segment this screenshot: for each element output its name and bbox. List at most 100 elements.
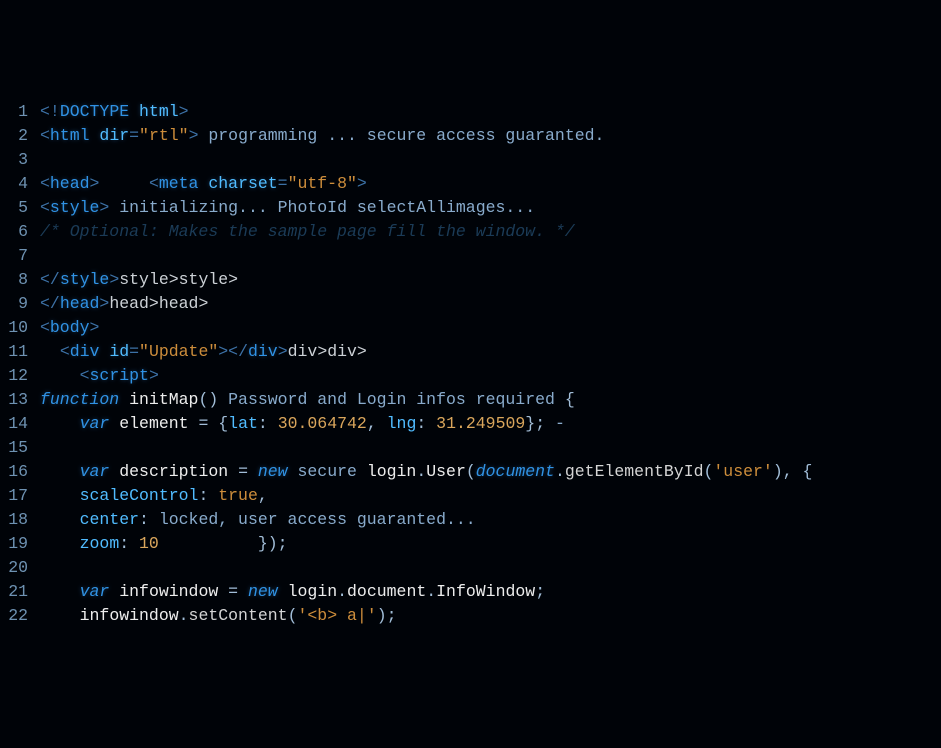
token-text [793, 462, 803, 481]
token-text [426, 414, 436, 433]
token-sym: . [426, 582, 436, 601]
code-line[interactable]: 10<body> [0, 316, 941, 340]
token-name: User [426, 462, 466, 481]
token-sym: : [119, 534, 129, 553]
code-content[interactable]: var infowindow = new login.document.Info… [40, 580, 545, 604]
token-str: "rtl" [139, 126, 189, 145]
code-line[interactable]: 11 <div id="Update"></div>div>div> [0, 340, 941, 364]
token-text: - [545, 414, 565, 433]
token-sym: : [198, 486, 208, 505]
code-line[interactable]: 19 zoom: 10 }); [0, 532, 941, 556]
token-kw: function [40, 390, 119, 409]
token-str: '<b> a|' [297, 606, 376, 625]
token-str: 'user' [713, 462, 772, 481]
code-content[interactable]: scaleControl: true, [40, 484, 268, 508]
token-punc: > [218, 342, 228, 361]
line-number: 19 [0, 532, 40, 556]
token-punc: < [60, 342, 70, 361]
code-line[interactable]: 20 [0, 556, 941, 580]
token-punc: > [278, 342, 288, 361]
token-attr: dir [99, 126, 129, 145]
code-content[interactable]: <style> initializing... PhotoId selectAl… [40, 196, 535, 220]
code-content[interactable]: var element = {lat: 30.064742, lng: 31.2… [40, 412, 565, 436]
token-call: getElementById [565, 462, 704, 481]
code-content[interactable]: <!DOCTYPE html> [40, 100, 189, 124]
token-tag: script [90, 366, 149, 385]
token-punc: > [179, 102, 189, 121]
code-content[interactable]: <div id="Update"></div>div>div> [40, 340, 367, 364]
code-line[interactable]: 14 var element = {lat: 30.064742, lng: 3… [0, 412, 941, 436]
code-content[interactable]: infowindow.setContent('<b> a|'); [40, 604, 397, 628]
token-text [208, 414, 218, 433]
token-punc: < [80, 366, 90, 385]
token-kw: document [476, 462, 555, 481]
token-sym: ); [377, 606, 397, 625]
code-line[interactable]: 13function initMap() Password and Login … [0, 388, 941, 412]
token-text [248, 462, 258, 481]
code-content[interactable]: <body> [40, 316, 99, 340]
token-num: 10 [139, 534, 159, 553]
line-number: 7 [0, 244, 40, 268]
code-content[interactable]: var description = new secure login.User(… [40, 460, 812, 484]
token-text [40, 342, 60, 361]
token-sym: }); [258, 534, 288, 553]
code-content[interactable]: function initMap() Password and Login in… [40, 388, 575, 412]
code-line[interactable]: 6/* Optional: Makes the sample page fill… [0, 220, 941, 244]
token-sym: }; [525, 414, 545, 433]
token-text [40, 366, 80, 385]
line-number: 9 [0, 292, 40, 316]
code-line[interactable]: 8</style>style>style> [0, 268, 941, 292]
code-line[interactable]: 15 [0, 436, 941, 460]
code-content[interactable]: center: locked, user access guaranted... [40, 508, 476, 532]
token-trail: head>head> [109, 294, 208, 313]
token-sym: { [218, 414, 228, 433]
code-line[interactable]: 12 <script> [0, 364, 941, 388]
token-text [40, 510, 80, 529]
code-line[interactable]: 7 [0, 244, 941, 268]
code-content[interactable]: /* Optional: Makes the sample page fill … [40, 220, 575, 244]
code-line[interactable]: 5<style> initializing... PhotoId selectA… [0, 196, 941, 220]
code-line[interactable]: 17 scaleControl: true, [0, 484, 941, 508]
code-content[interactable]: <script> [40, 364, 159, 388]
token-name: infowindow [80, 606, 179, 625]
code-line[interactable]: 2<html dir="rtl"> programming ... secure… [0, 124, 941, 148]
token-punc: < [40, 174, 50, 193]
token-prop: scaleControl [80, 486, 199, 505]
token-punc: < [40, 126, 50, 145]
code-line[interactable]: 1<!DOCTYPE html> [0, 100, 941, 124]
token-prop: center [80, 510, 139, 529]
code-content[interactable]: <head> <meta charset="utf-8"> [40, 172, 367, 196]
token-name: login [367, 462, 417, 481]
token-text [40, 606, 80, 625]
token-kw: new [248, 582, 278, 601]
token-attr: html [139, 102, 179, 121]
code-content[interactable]: </style>style>style> [40, 268, 238, 292]
token-sym: . [337, 582, 347, 601]
token-sym: . [416, 462, 426, 481]
code-content[interactable]: <html dir="rtl"> programming ... secure … [40, 124, 604, 148]
token-text [109, 582, 119, 601]
token-kw: var [80, 462, 110, 481]
token-sym: { [803, 462, 813, 481]
code-editor[interactable]: 1<!DOCTYPE html>2<html dir="rtl"> progra… [0, 100, 941, 628]
token-name: document [347, 582, 426, 601]
token-punc: < [40, 318, 50, 337]
token-sym: = [198, 414, 208, 433]
token-text [129, 534, 139, 553]
token-num: 31.249509 [436, 414, 525, 433]
token-punc: > [189, 126, 199, 145]
code-line[interactable]: 3 [0, 148, 941, 172]
token-tag: DOCTYPE [60, 102, 139, 121]
code-line[interactable]: 18 center: locked, user access guaranted… [0, 508, 941, 532]
code-line[interactable]: 16 var description = new secure login.Us… [0, 460, 941, 484]
code-line[interactable]: 9</head>head>head> [0, 292, 941, 316]
token-text [377, 414, 387, 433]
token-str: "utf-8" [288, 174, 357, 193]
code-content[interactable]: zoom: 10 }); [40, 532, 288, 556]
token-text [119, 390, 129, 409]
token-punc: < [149, 174, 159, 193]
code-line[interactable]: 21 var infowindow = new login.document.I… [0, 580, 941, 604]
code-line[interactable]: 4<head> <meta charset="utf-8"> [0, 172, 941, 196]
code-content[interactable]: </head>head>head> [40, 292, 208, 316]
code-line[interactable]: 22 infowindow.setContent('<b> a|'); [0, 604, 941, 628]
